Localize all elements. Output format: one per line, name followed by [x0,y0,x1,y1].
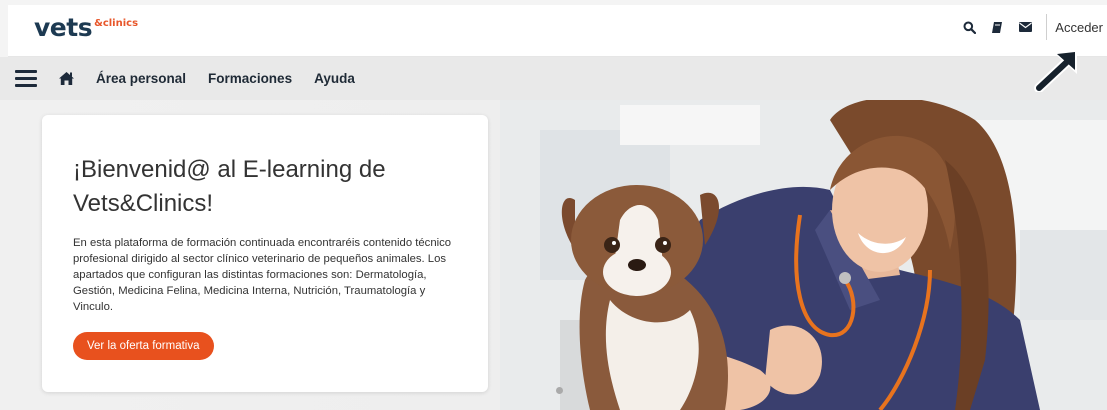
welcome-title: ¡Bienvenid@ al E-learning de Vets&Clinic… [73,156,386,217]
page: vets &clinics Acceder Área personal Form… [0,0,1107,410]
nav-link-ayuda[interactable]: Ayuda [314,71,355,86]
carousel-indicator[interactable] [556,387,563,394]
view-courses-button[interactable]: Ver la oferta formativa [73,332,214,360]
menu-icon[interactable] [15,70,37,87]
header-actions: Acceder [956,5,1107,49]
logo-main-text: vets [34,13,93,42]
welcome-card: ¡Bienvenid@ al E-learning de Vets&Clinic… [42,115,488,392]
home-icon[interactable] [58,70,76,88]
logo-sub-text: &clinics [94,18,139,29]
site-logo[interactable]: vets &clinics [34,14,138,44]
book-icon[interactable] [984,14,1010,40]
top-header: vets &clinics Acceder [8,5,1107,57]
arrow-pointer-icon [1034,50,1077,92]
nav-link-area-personal[interactable]: Área personal [96,71,186,86]
welcome-description: En esta plataforma de formación continua… [73,237,452,313]
main-nav: Área personal Formaciones Ayuda [0,57,1107,100]
login-link[interactable]: Acceder [1055,20,1103,35]
search-icon[interactable] [956,14,982,40]
hero-banner: ¡Bienvenid@ al E-learning de Vets&Clinic… [0,100,1107,410]
envelope-icon[interactable] [1012,14,1038,40]
nav-link-formaciones[interactable]: Formaciones [208,71,292,86]
header-divider [1046,14,1048,40]
